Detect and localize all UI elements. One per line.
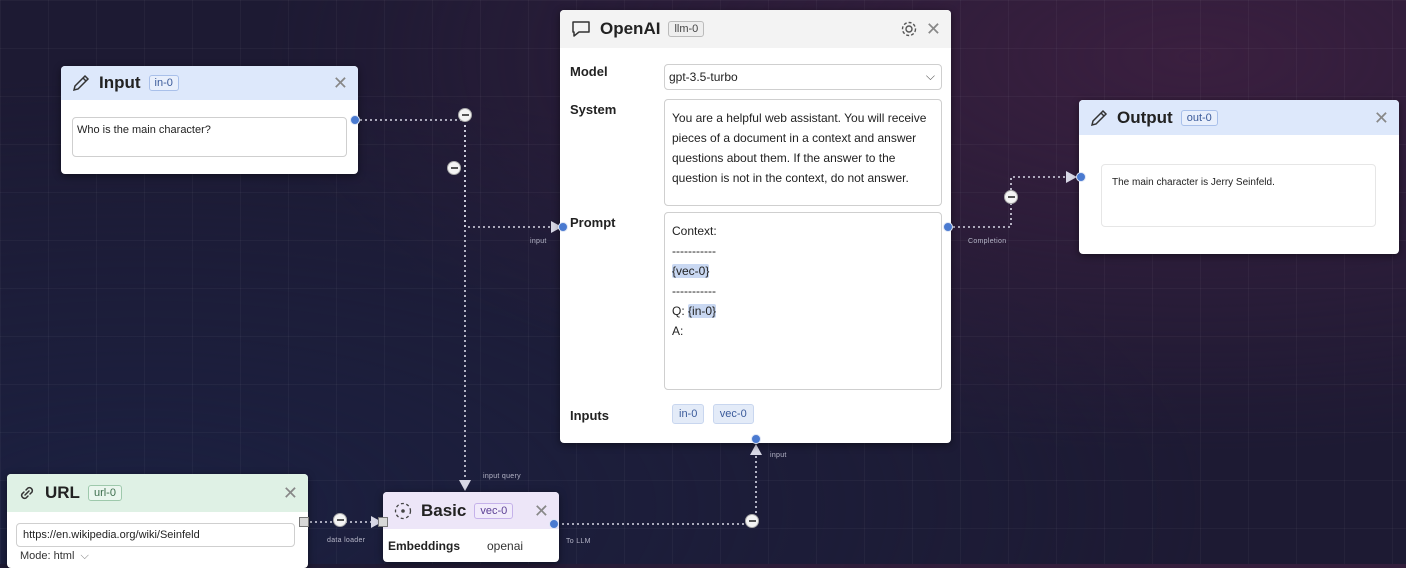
remove-edge-button[interactable]	[1004, 190, 1018, 204]
remove-edge-button[interactable]	[333, 513, 347, 527]
output-node-header[interactable]: Output out-0 ✕	[1079, 100, 1399, 135]
prompt-input-handle[interactable]	[558, 222, 568, 232]
prompt-q-prefix: Q:	[672, 304, 689, 318]
openai-node-title: OpenAI	[600, 19, 661, 38]
basic-node[interactable]: Basic vec-0 ✕ Embeddings openai	[383, 492, 559, 562]
remove-edge-button[interactable]	[745, 514, 759, 528]
link-icon	[17, 483, 37, 503]
pencil-icon	[1089, 108, 1109, 128]
url-node[interactable]: URL url-0 ✕ https://en.wikipedia.org/wik…	[7, 474, 308, 568]
url-node-header[interactable]: URL url-0 ✕	[7, 474, 308, 512]
prompt-line: -----------	[672, 244, 716, 258]
prompt-label: Prompt	[570, 215, 616, 230]
openai-node-header[interactable]: OpenAI llm-0 ✕	[560, 10, 951, 48]
prompt-line: A:	[672, 324, 684, 338]
basic-node-header[interactable]: Basic vec-0 ✕	[383, 492, 559, 529]
embeddings-label: Embeddings	[388, 539, 461, 553]
close-icon[interactable]: ✕	[333, 74, 348, 92]
close-icon[interactable]: ✕	[926, 20, 941, 38]
model-select-value: gpt-3.5-turbo	[669, 70, 738, 84]
gear-icon[interactable]	[900, 20, 918, 38]
edge-label-llm-input: input	[770, 452, 787, 459]
input-output-handle[interactable]	[350, 115, 360, 125]
output-text-field: The main character is Jerry Seinfeld.	[1101, 164, 1376, 227]
model-select[interactable]: gpt-3.5-turbo ⌵	[664, 64, 942, 90]
inputs-label: Inputs	[570, 408, 609, 423]
prompt-variable: {vec-0}	[672, 264, 710, 278]
llm-input-handle[interactable]	[751, 434, 761, 444]
inputs-chip-list: in-0 vec-0	[672, 404, 758, 424]
edge-label-input-query: input query	[483, 473, 521, 480]
input-text-field[interactable]: Who is the main character?	[72, 117, 347, 157]
model-label: Model	[570, 64, 608, 79]
input-node-header[interactable]: Input in-0 ✕	[61, 66, 358, 100]
url-mode-value: Mode: html	[20, 550, 75, 562]
close-icon[interactable]: ✕	[534, 502, 549, 520]
arrow-basic-query	[459, 480, 471, 491]
url-input[interactable]: https://en.wikipedia.org/wiki/Seinfeld	[16, 523, 295, 547]
close-icon[interactable]: ✕	[1374, 109, 1389, 127]
pencil-icon	[71, 73, 91, 93]
input-node[interactable]: Input in-0 ✕ Who is the main character?	[61, 66, 358, 174]
output-input-handle[interactable]	[1076, 172, 1086, 182]
remove-edge-button[interactable]	[458, 108, 472, 122]
chevron-down-icon: ⌵	[80, 550, 89, 562]
input-chip[interactable]: vec-0	[712, 404, 754, 424]
input-node-title: Input	[99, 73, 141, 92]
basic-node-tag: vec-0	[474, 502, 514, 519]
edge-basic-to-llm	[552, 448, 757, 525]
prompt-textarea[interactable]: Context: ----------- {vec-0} -----------…	[664, 212, 942, 390]
system-label: System	[570, 102, 617, 117]
edge-label-data-loader: data loader	[327, 537, 366, 544]
remove-edge-button[interactable]	[447, 161, 461, 175]
openai-node-tag: llm-0	[668, 21, 705, 37]
basic-loader-handle[interactable]	[378, 517, 388, 527]
edge-label-input: input	[530, 238, 547, 245]
completion-output-handle[interactable]	[943, 222, 953, 232]
output-node-title: Output	[1117, 107, 1173, 127]
prompt-line: Q: {in-0}	[672, 301, 934, 321]
edge-label-completion: Completion	[968, 238, 1007, 245]
system-textarea[interactable]: You are a helpful web assistant. You wil…	[664, 99, 942, 206]
output-node-tag: out-0	[1180, 109, 1218, 126]
arrow-llm-input	[750, 444, 762, 455]
basic-output-handle[interactable]	[549, 519, 559, 529]
prompt-variable: {in-0}	[688, 304, 717, 318]
edge-label-to-llm: To LLM	[566, 538, 591, 545]
basic-node-title: Basic	[421, 500, 467, 520]
output-node[interactable]: Output out-0 ✕ The main character is Jer…	[1079, 100, 1399, 254]
embeddings-value[interactable]: openai	[487, 539, 523, 553]
input-node-tag: in-0	[148, 75, 179, 91]
vector-db-icon	[393, 501, 413, 521]
chevron-down-icon: ⌵	[925, 69, 935, 83]
input-chip[interactable]: in-0	[672, 404, 705, 424]
url-node-tag: url-0	[87, 485, 122, 501]
prompt-line: {vec-0}	[672, 261, 934, 281]
openai-node[interactable]: OpenAI llm-0 ✕ Model gpt-3.5-turbo ⌵ Sys…	[560, 10, 951, 443]
chat-bubble-icon	[570, 19, 592, 39]
url-node-title: URL	[45, 483, 80, 502]
url-output-handle[interactable]	[299, 517, 309, 527]
url-mode-select[interactable]: Mode: html ⌵	[20, 550, 89, 563]
close-icon[interactable]: ✕	[283, 484, 298, 502]
prompt-line: -----------	[672, 284, 716, 298]
prompt-line: Context:	[672, 224, 717, 238]
